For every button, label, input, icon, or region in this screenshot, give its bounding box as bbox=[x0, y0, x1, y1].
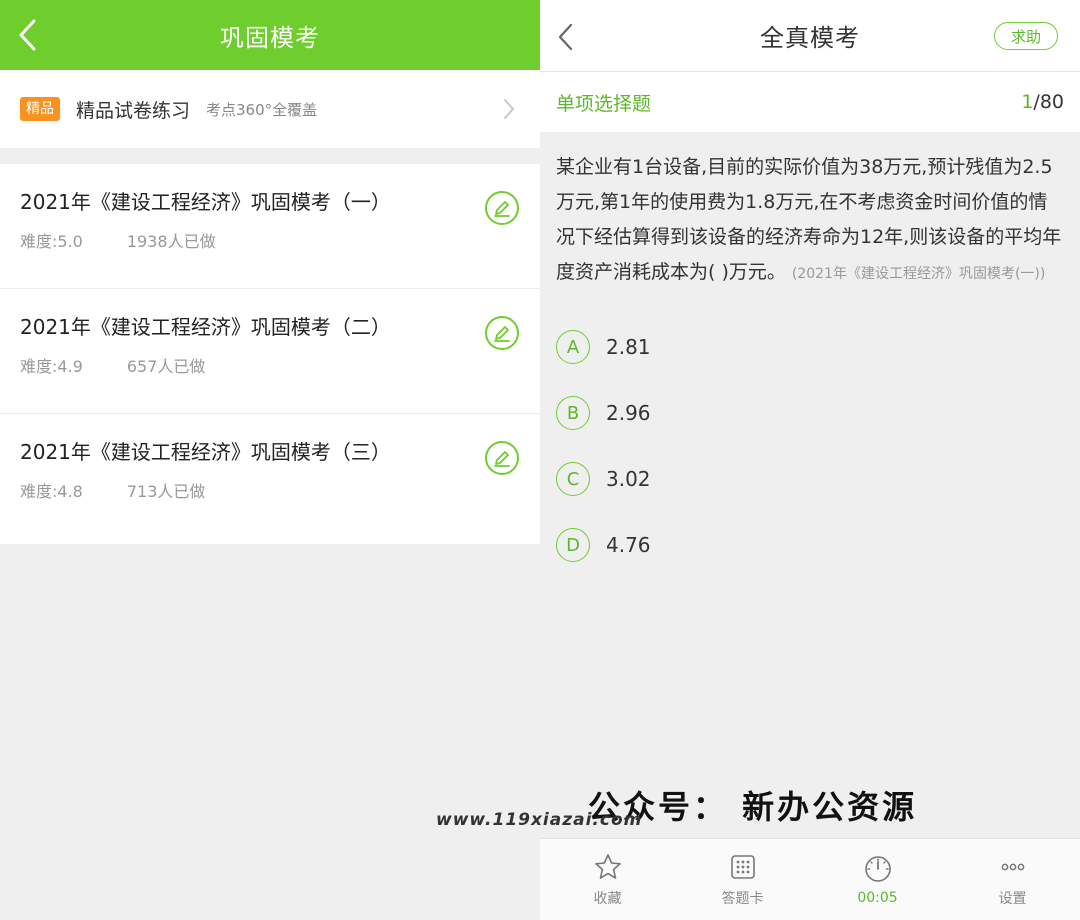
chevron-right-icon bbox=[504, 99, 514, 119]
tab-label: 答题卡 bbox=[721, 890, 764, 907]
options-list: A 2.81 B 2.96 C 3.02 D 4.76 bbox=[556, 314, 1064, 578]
back-arrow-icon[interactable] bbox=[556, 22, 576, 52]
grid-icon bbox=[730, 854, 755, 879]
right-header: 全真模考 求助 bbox=[540, 0, 1080, 72]
promo-subtitle: 考点360°全覆盖 bbox=[206, 100, 318, 119]
exam-count: 657人已做 bbox=[126, 357, 206, 376]
exam-count: 713人已做 bbox=[126, 482, 206, 501]
question-type: 单项选择题 bbox=[556, 92, 652, 115]
option-text: 2.96 bbox=[606, 401, 651, 425]
question-text: 某企业有1台设备,目前的实际价值为38万元,预计残值为2.5万元,第1年的使用费… bbox=[556, 156, 1062, 283]
option-b[interactable]: B 2.96 bbox=[556, 380, 1064, 446]
edit-icon[interactable] bbox=[484, 315, 520, 351]
tab-answer-card[interactable]: 答题卡 bbox=[675, 839, 810, 920]
tab-settings[interactable]: 设置 bbox=[945, 839, 1080, 920]
progress-total: /80 bbox=[1033, 91, 1064, 113]
option-letter: C bbox=[556, 462, 590, 496]
option-a[interactable]: A 2.81 bbox=[556, 314, 1064, 380]
exam-list: 2021年《建设工程经济》巩固模考（一） 难度:5.0 1938人已做 2021… bbox=[0, 164, 540, 544]
question-text-block: 某企业有1台设备,目前的实际价值为38万元,预计残值为2.5万元,第1年的使用费… bbox=[556, 150, 1064, 292]
tab-favorite[interactable]: 收藏 bbox=[540, 839, 675, 920]
site-watermark: www.119xiazai.com bbox=[436, 810, 643, 830]
exam-count: 1938人已做 bbox=[126, 232, 216, 251]
tab-label: 设置 bbox=[998, 890, 1027, 907]
option-letter: A bbox=[556, 330, 590, 364]
timer-icon bbox=[864, 855, 891, 882]
option-letter: B bbox=[556, 396, 590, 430]
exam-difficulty: 难度:4.9 bbox=[20, 357, 83, 376]
help-button[interactable]: 求助 bbox=[994, 22, 1058, 50]
left-panel: 巩固模考 精品 精品试卷练习 考点360°全覆盖 2021年《建设工程经济》巩固… bbox=[0, 0, 540, 920]
option-letter: D bbox=[556, 528, 590, 562]
edit-icon[interactable] bbox=[484, 440, 520, 476]
progress-current: 1 bbox=[1021, 91, 1034, 113]
star-icon bbox=[594, 853, 621, 879]
exam-name: 2021年《建设工程经济》巩固模考（三） bbox=[20, 440, 391, 464]
question-type-bar: 单项选择题 1/80 bbox=[540, 72, 1080, 132]
exam-item[interactable]: 2021年《建设工程经济》巩固模考（二） 难度:4.9 657人已做 bbox=[0, 289, 540, 414]
option-c[interactable]: C 3.02 bbox=[556, 446, 1064, 512]
left-header: 巩固模考 bbox=[0, 0, 540, 70]
timer-label: 00:05 bbox=[857, 889, 898, 906]
back-arrow-icon[interactable] bbox=[16, 18, 40, 52]
exam-name: 2021年《建设工程经济》巩固模考（二） bbox=[20, 315, 391, 339]
exam-name: 2021年《建设工程经济》巩固模考（一） bbox=[20, 190, 391, 214]
option-text: 2.81 bbox=[606, 335, 651, 359]
promo-title: 精品试卷练习 bbox=[76, 99, 191, 122]
question-body: 某企业有1台设备,目前的实际价值为38万元,预计残值为2.5万元,第1年的使用费… bbox=[540, 132, 1080, 578]
edit-icon[interactable] bbox=[484, 190, 520, 226]
option-text: 4.76 bbox=[606, 533, 651, 557]
promo-row[interactable]: 精品 精品试卷练习 考点360°全覆盖 bbox=[0, 70, 540, 148]
bottom-tabbar: 收藏 答题卡 00:05 设置 bbox=[540, 838, 1080, 920]
exam-difficulty: 难度:5.0 bbox=[20, 232, 83, 251]
tab-label: 收藏 bbox=[593, 890, 622, 907]
premium-badge: 精品 bbox=[20, 97, 60, 121]
option-text: 3.02 bbox=[606, 467, 651, 491]
page-title: 巩固模考 bbox=[220, 23, 320, 52]
option-d[interactable]: D 4.76 bbox=[556, 512, 1064, 578]
exam-difficulty: 难度:4.8 bbox=[20, 482, 83, 501]
question-progress: 1/80 bbox=[1021, 91, 1064, 113]
more-icon bbox=[1001, 863, 1024, 870]
exam-item[interactable]: 2021年《建设工程经济》巩固模考（一） 难度:5.0 1938人已做 bbox=[0, 164, 540, 289]
tab-timer[interactable]: 00:05 bbox=[810, 839, 945, 920]
exam-item[interactable]: 2021年《建设工程经济》巩固模考（三） 难度:4.8 713人已做 bbox=[0, 414, 540, 544]
question-source: (2021年《建设工程经济》巩固模考(一)) bbox=[791, 266, 1046, 282]
page-title: 全真模考 bbox=[760, 24, 860, 52]
